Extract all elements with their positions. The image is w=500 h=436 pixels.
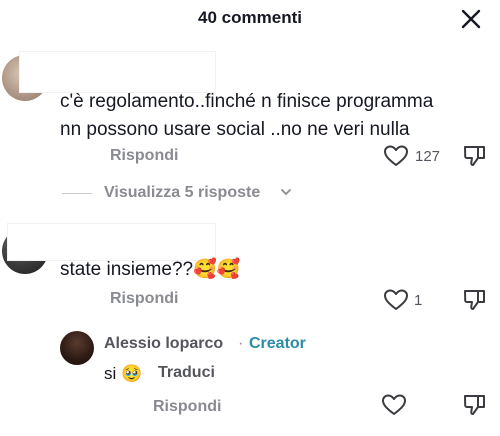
- divider: [62, 193, 92, 194]
- thumb-down-icon[interactable]: [462, 288, 488, 312]
- smiling-hearts-emoji: 🥰🥰: [193, 259, 241, 280]
- reply-author-name[interactable]: Alessio loparco: [104, 335, 223, 353]
- pleading-face-emoji: 🥹: [121, 364, 143, 383]
- heart-outline-icon[interactable]: [383, 288, 409, 312]
- reply-button[interactable]: Rispondi: [110, 147, 178, 165]
- creator-avatar[interactable]: [60, 331, 94, 365]
- reply-button[interactable]: Rispondi: [153, 398, 221, 416]
- reply-text: si 🥹: [104, 364, 142, 384]
- heart-outline-icon[interactable]: [383, 144, 409, 168]
- translate-link[interactable]: Traduci: [158, 364, 215, 382]
- redacted-username: [8, 224, 215, 260]
- comment-text-body: state insieme??: [60, 259, 194, 280]
- close-icon[interactable]: [458, 6, 484, 32]
- view-replies-button[interactable]: Visualizza 5 risposte: [104, 184, 260, 202]
- like-count: 1: [414, 292, 423, 309]
- redacted-username: [20, 52, 215, 92]
- reply-button[interactable]: Rispondi: [110, 290, 178, 308]
- separator-dot: ·: [238, 335, 244, 352]
- comments-count-title: 40 commenti: [198, 8, 302, 27]
- heart-outline-icon[interactable]: [381, 393, 407, 417]
- thumb-down-icon[interactable]: [462, 144, 488, 168]
- chevron-down-icon[interactable]: [279, 185, 293, 199]
- comment-text: nn possono usare social ..no ne veri nul…: [60, 119, 410, 140]
- like-count: 127: [415, 148, 441, 165]
- thumb-down-icon[interactable]: [462, 393, 488, 417]
- reply-text-body: si: [104, 364, 117, 383]
- comment-text: state insieme??🥰🥰: [60, 256, 240, 284]
- comment-text: c'è regolamento..finché n finisce progra…: [60, 91, 434, 112]
- creator-badge: Creator: [249, 335, 306, 352]
